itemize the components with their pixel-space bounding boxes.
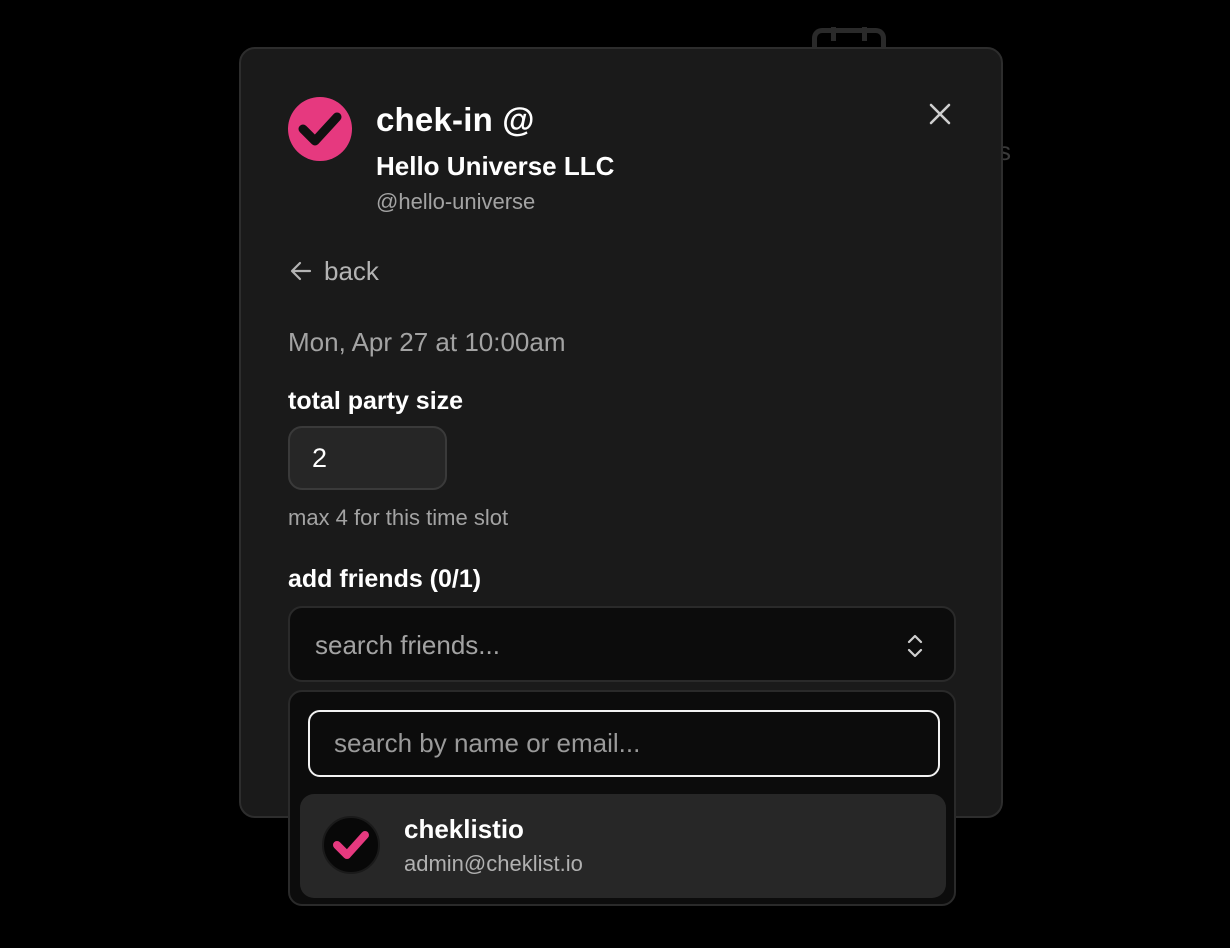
- close-icon: [929, 103, 951, 125]
- modal-title: chek-in @: [376, 101, 535, 138]
- friend-name: cheklistio: [404, 814, 524, 844]
- org-name: Hello Universe LLC: [376, 151, 615, 181]
- party-size-label: total party size: [288, 387, 464, 415]
- back-label: back: [324, 256, 379, 286]
- chevron-up-down-icon: [907, 634, 923, 658]
- friends-select[interactable]: search friends...: [288, 606, 956, 682]
- friend-search-input[interactable]: [308, 710, 940, 777]
- booking-datetime: Mon, Apr 27 at 10:00am: [288, 327, 566, 357]
- friends-select-placeholder: search friends...: [315, 630, 500, 660]
- checkmark-logo-icon: [288, 97, 352, 161]
- checkmark-avatar-icon: [322, 816, 380, 874]
- friend-email: admin@cheklist.io: [404, 851, 583, 876]
- arrow-left-icon: [290, 261, 312, 281]
- back-link[interactable]: back: [288, 254, 379, 288]
- party-size-input[interactable]: [288, 426, 447, 490]
- org-handle: @hello-universe: [376, 189, 536, 214]
- close-button[interactable]: [922, 96, 958, 132]
- friend-option[interactable]: cheklistio admin@cheklist.io: [300, 794, 946, 898]
- page: s chek-in @ Hello Universe LLC @hello-un…: [0, 0, 1230, 948]
- party-size-hint: max 4 for this time slot: [288, 505, 509, 530]
- add-friends-label: add friends (0/1): [288, 565, 482, 593]
- friends-dropdown: cheklistio admin@cheklist.io: [288, 690, 956, 906]
